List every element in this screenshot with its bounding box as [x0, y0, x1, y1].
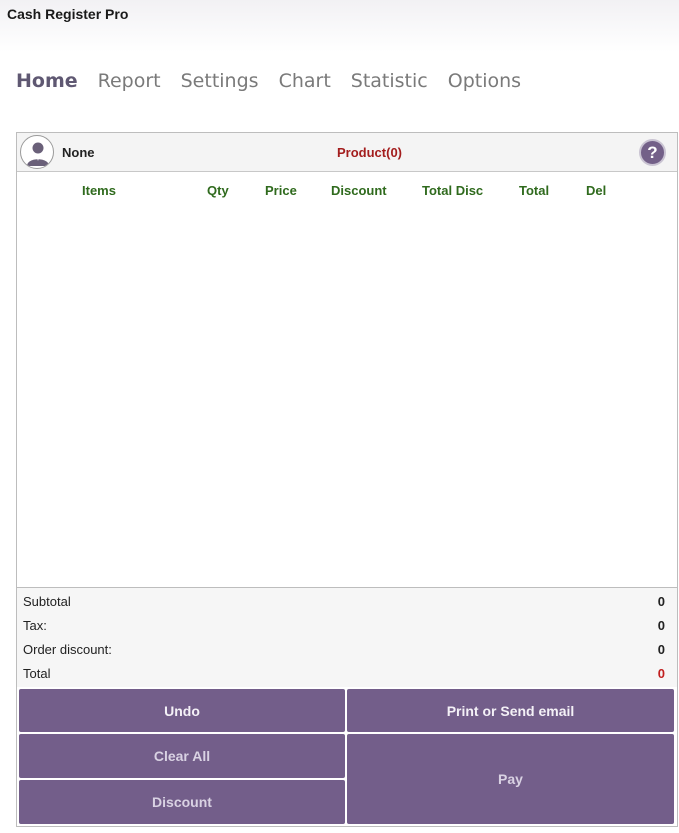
tab-report[interactable]: Report: [98, 70, 161, 92]
column-header-discount: Discount: [331, 183, 387, 198]
register-panel: None Product(0) ? Items Qty Price Discou…: [16, 132, 678, 827]
customer-bar: None Product(0) ?: [17, 133, 677, 172]
tab-statistic[interactable]: Statistic: [351, 70, 428, 92]
column-header-price: Price: [265, 183, 297, 198]
help-icon[interactable]: ?: [639, 139, 666, 166]
order-discount-row: Order discount: 0: [17, 639, 677, 663]
discount-button[interactable]: Discount: [19, 780, 345, 824]
subtotal-label: Subtotal: [23, 594, 71, 609]
total-row: Total 0: [17, 663, 677, 687]
pay-button[interactable]: Pay: [347, 734, 674, 824]
tax-row: Tax: 0: [17, 615, 677, 639]
undo-button[interactable]: Undo: [19, 689, 345, 732]
order-discount-value: 0: [657, 642, 665, 657]
order-summary: Subtotal 0 Tax: 0 Order discount: 0 Tota…: [17, 587, 677, 687]
column-header-total: Total: [519, 183, 550, 198]
order-discount-label: Order discount:: [23, 642, 112, 657]
column-header-total-disc: Total Disc: [422, 183, 484, 198]
customer-name[interactable]: None: [62, 145, 95, 160]
tab-options[interactable]: Options: [448, 70, 521, 92]
print-send-email-button[interactable]: Print or Send email: [347, 689, 674, 732]
items-table: Items Qty Price Discount Total Disc Tota…: [17, 172, 677, 587]
customer-avatar[interactable]: [20, 135, 54, 169]
tab-chart[interactable]: Chart: [279, 70, 331, 92]
subtotal-row: Subtotal 0: [17, 591, 677, 615]
user-icon: [27, 142, 49, 166]
clear-all-button[interactable]: Clear All: [19, 734, 345, 778]
tax-value: 0: [657, 618, 665, 633]
tab-settings[interactable]: Settings: [181, 70, 259, 92]
column-header-qty: Qty: [207, 183, 229, 198]
total-value: 0: [657, 666, 665, 681]
subtotal-value: 0: [657, 594, 665, 609]
total-label: Total: [23, 666, 51, 681]
product-count: Product(0): [337, 145, 402, 160]
column-header-del: Del: [586, 183, 607, 198]
app-title: Cash Register Pro: [7, 6, 129, 22]
main-nav: Home Report Settings Chart Statistic Opt…: [16, 66, 541, 96]
column-header-items: Items: [82, 183, 116, 198]
tax-label: Tax:: [23, 618, 47, 633]
title-bar: Cash Register Pro: [0, 0, 679, 52]
tab-home[interactable]: Home: [16, 70, 78, 92]
